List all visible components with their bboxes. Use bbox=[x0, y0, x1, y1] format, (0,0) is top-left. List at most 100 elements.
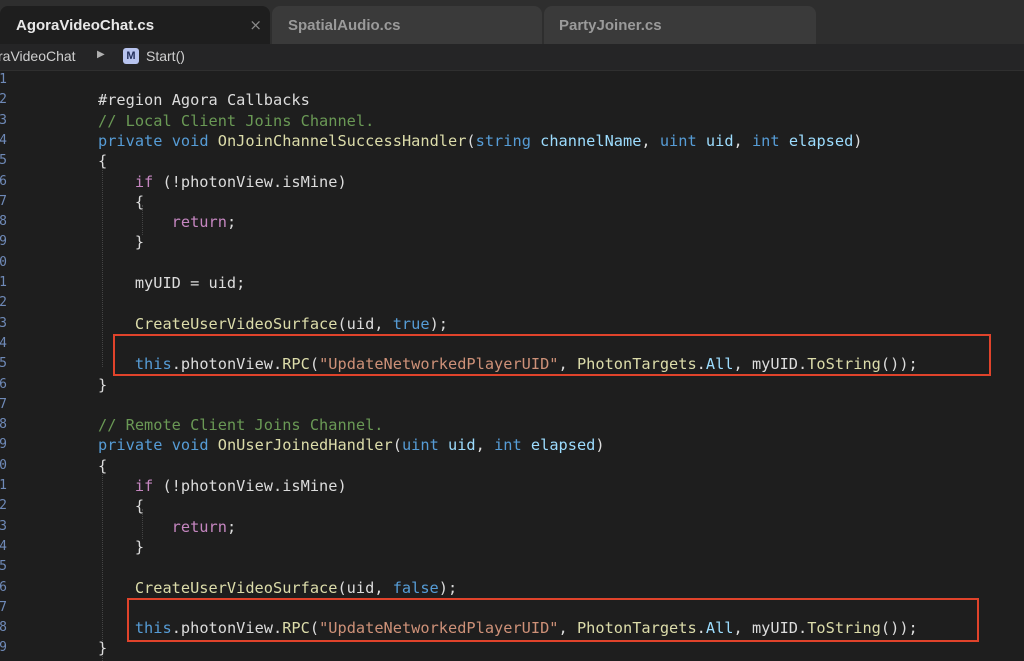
code-line[interactable]: 8 this.photonView.RPC("UpdateNetworkedPl… bbox=[0, 618, 1024, 638]
tab-spatialaudio[interactable]: SpatialAudio.cs bbox=[272, 6, 542, 44]
code-token: // Remote Client Joins Channel. bbox=[98, 416, 384, 435]
code-line[interactable]: 5 this.photonView.RPC("UpdateNetworkedPl… bbox=[0, 354, 1024, 374]
code-line[interactable]: 8 return; bbox=[0, 212, 1024, 232]
method-icon: M bbox=[123, 48, 139, 64]
code-line[interactable]: 6 CreateUserVideoSurface(uid, false); bbox=[0, 578, 1024, 598]
code-token: CreateUserVideoSurface bbox=[98, 578, 338, 597]
code-text: myUID = uid; bbox=[98, 273, 246, 293]
code-token: , bbox=[641, 131, 660, 150]
code-line[interactable]: 5 bbox=[0, 557, 1024, 577]
code-line[interactable]: 6} bbox=[0, 375, 1024, 395]
code-token: uid bbox=[448, 436, 476, 455]
code-token: #region bbox=[98, 91, 172, 110]
code-token: ; bbox=[226, 213, 237, 232]
code-line[interactable]: 3 // Local Client Joins Channel. bbox=[0, 111, 1024, 131]
code-token: ( bbox=[309, 355, 320, 374]
code-line[interactable]: 8 // Remote Client Joins Channel. bbox=[0, 415, 1024, 435]
code-line[interactable]: 3 return; bbox=[0, 517, 1024, 537]
code-token: elapsed bbox=[530, 436, 596, 455]
code-line[interactable]: 6 if (!photonView.isMine) bbox=[0, 172, 1024, 192]
line-number: 4 bbox=[0, 335, 7, 351]
code-line[interactable]: 2 { bbox=[0, 496, 1024, 516]
code-token: myUID = uid; bbox=[98, 274, 246, 292]
line-number: 7 bbox=[0, 396, 7, 412]
code-token: Agora Callbacks bbox=[171, 91, 310, 110]
code-token: (uid, bbox=[337, 578, 393, 597]
code-text: return; bbox=[98, 212, 236, 232]
code-token: "UpdateNetworkedPlayerUID" bbox=[319, 355, 559, 374]
code-token: ToString bbox=[807, 355, 881, 374]
breadcrumb-class[interactable]: raVideoChat bbox=[0, 48, 76, 64]
code-token: All bbox=[705, 619, 734, 638]
tab-label: PartyJoiner.cs bbox=[559, 16, 662, 34]
code-text: // Local Client Joins Channel. bbox=[98, 111, 374, 131]
line-number: 9 bbox=[0, 437, 7, 453]
code-line[interactable]: 7 { bbox=[0, 192, 1024, 212]
code-text: return; bbox=[98, 517, 236, 537]
code-token: return bbox=[98, 213, 227, 232]
code-token: uint bbox=[401, 436, 449, 455]
code-token: { bbox=[98, 497, 145, 516]
line-number: 5 bbox=[0, 356, 7, 372]
tab-bar: AgoraVideoChat.cs × SpatialAudio.cs Part… bbox=[0, 0, 1024, 44]
code-token: PhotonTargets bbox=[576, 355, 697, 374]
code-token: { bbox=[98, 456, 108, 475]
code-line[interactable]: 1 bbox=[0, 70, 1024, 90]
code-editor[interactable]: 1 2 #region Agora Callbacks 3 // Local Clien… bbox=[0, 71, 1024, 661]
code-text: CreateUserVideoSurface(uid, true); bbox=[98, 314, 448, 334]
line-number: 7 bbox=[0, 193, 7, 209]
code-line[interactable]: 9 private void OnUserJoinedHandler(uint u… bbox=[0, 435, 1024, 455]
code-line[interactable]: 4 } bbox=[0, 537, 1024, 557]
close-tab-icon[interactable]: × bbox=[249, 16, 262, 34]
code-line[interactable]: 4 private void OnJoinChannelSuccessHandle… bbox=[0, 131, 1024, 151]
code-line[interactable]: 9} bbox=[0, 638, 1024, 658]
code-token: , bbox=[475, 436, 495, 455]
code-token: uint bbox=[659, 131, 706, 150]
code-token: All bbox=[705, 355, 734, 374]
code-token: { bbox=[98, 152, 108, 171]
code-token: ) bbox=[595, 436, 605, 455]
code-token: { bbox=[98, 192, 145, 211]
line-number: 3 bbox=[0, 518, 7, 534]
line-number: 0 bbox=[0, 254, 7, 270]
code-text: private void OnUserJoinedHandler(uint ui… bbox=[98, 435, 605, 455]
code-token: ) bbox=[853, 131, 863, 150]
code-line[interactable]: 1 myUID = uid; bbox=[0, 273, 1024, 293]
code-text: #region Agora Callbacks bbox=[98, 90, 310, 110]
code-line[interactable]: 5{ bbox=[0, 151, 1024, 171]
code-token: , bbox=[558, 619, 577, 638]
tab-label: AgoraVideoChat.cs bbox=[16, 16, 155, 34]
code-line[interactable]: 7 bbox=[0, 598, 1024, 618]
line-number: 6 bbox=[0, 173, 7, 189]
code-token: RPC bbox=[282, 355, 310, 374]
line-number: 6 bbox=[0, 376, 7, 392]
code-token: if bbox=[98, 477, 163, 495]
code-text: private void OnJoinChannelSuccessHandler… bbox=[98, 131, 863, 151]
code-line[interactable]: 1 if (!photonView.isMine) bbox=[0, 476, 1024, 496]
code-text: if (!photonView.isMine) bbox=[98, 476, 347, 496]
code-line[interactable]: 3 CreateUserVideoSurface(uid, true); bbox=[0, 314, 1024, 334]
code-token: ( bbox=[392, 436, 402, 455]
code-line[interactable]: 9 } bbox=[0, 232, 1024, 252]
line-number: 8 bbox=[0, 214, 7, 230]
code-line[interactable]: 4 bbox=[0, 334, 1024, 354]
code-token: "UpdateNetworkedPlayerUID" bbox=[319, 619, 559, 638]
code-token: return bbox=[98, 517, 227, 536]
code-token: , bbox=[558, 355, 577, 374]
tab-agoravideochat[interactable]: AgoraVideoChat.cs × bbox=[0, 6, 270, 44]
code-line[interactable]: 0{ bbox=[0, 456, 1024, 476]
code-token: .photonView. bbox=[171, 355, 283, 374]
tab-partyjoiner[interactable]: PartyJoiner.cs bbox=[544, 6, 816, 44]
code-text: } bbox=[98, 638, 107, 658]
code-text: } bbox=[98, 537, 144, 557]
code-token: (!photonView.isMine) bbox=[162, 172, 347, 191]
breadcrumb-method[interactable]: Start() bbox=[146, 48, 185, 64]
code-line[interactable]: 2 #region Agora Callbacks bbox=[0, 90, 1024, 110]
code-text: CreateUserVideoSurface(uid, false); bbox=[98, 578, 457, 598]
code-line[interactable]: 0 bbox=[0, 253, 1024, 273]
code-token: elapsed bbox=[788, 131, 854, 150]
code-token: .photonView. bbox=[171, 619, 283, 638]
code-line[interactable]: 7 bbox=[0, 395, 1024, 415]
code-token: private bbox=[98, 436, 172, 455]
code-line[interactable]: 2 bbox=[0, 293, 1024, 313]
